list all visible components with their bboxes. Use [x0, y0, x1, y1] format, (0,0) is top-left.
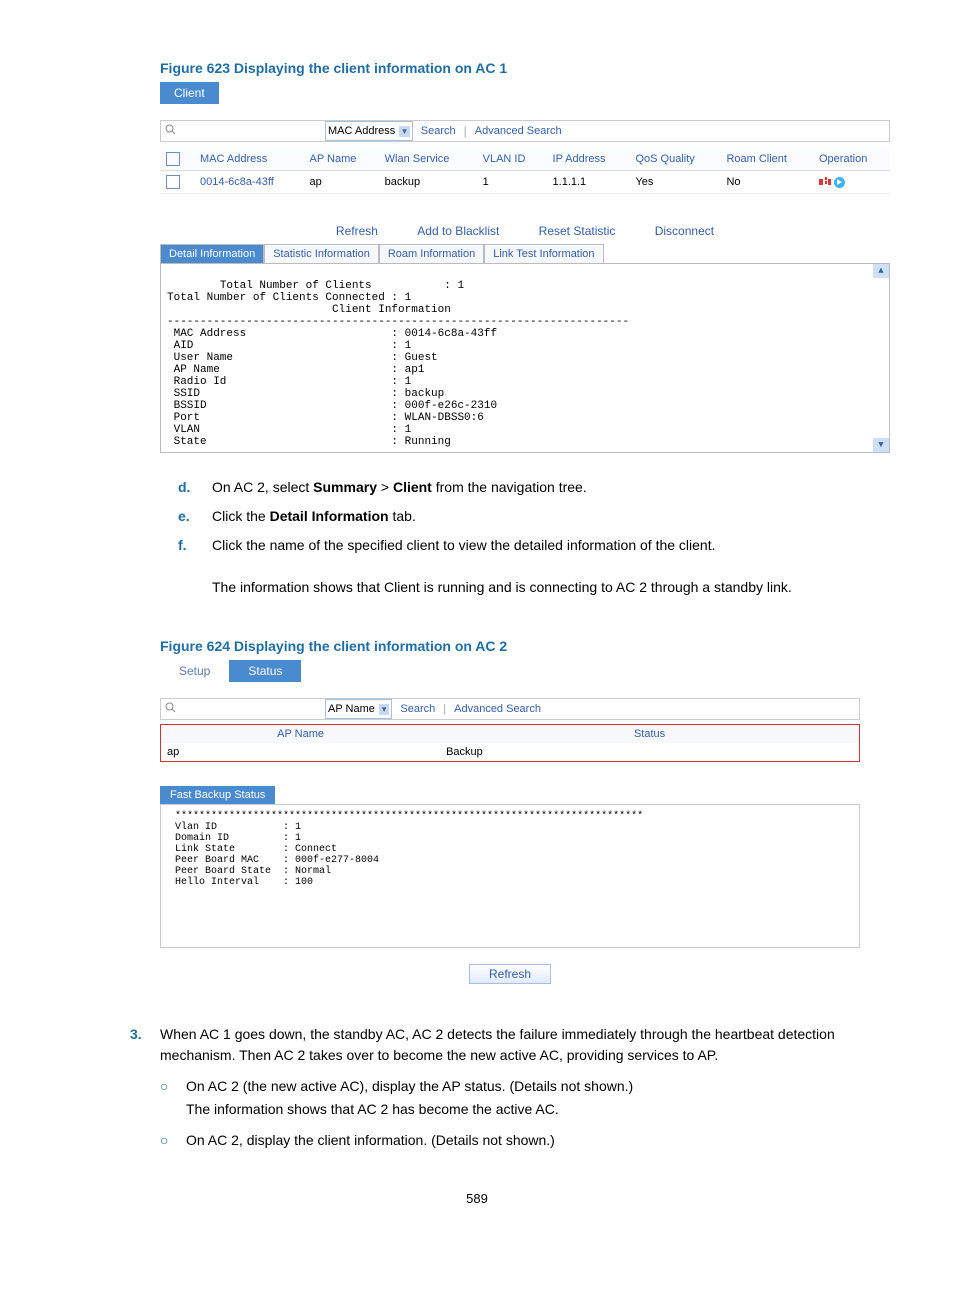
figure-624-title: Figure 624 Displaying the client informa… — [160, 638, 954, 654]
tab-fast-backup-status[interactable]: Fast Backup Status — [160, 786, 275, 804]
search-icon — [161, 124, 179, 138]
scroll-up-icon[interactable]: ▲ — [873, 264, 889, 278]
search-button[interactable]: Search — [413, 125, 464, 137]
ap-table: AP Name Status ap Backup — [160, 724, 860, 762]
cell-ip: 1.1.1.1 — [547, 171, 630, 194]
step-d-post: from the navigation tree. — [432, 479, 587, 495]
cell-wlan: backup — [379, 171, 477, 194]
advanced-search-link-2[interactable]: Advanced Search — [446, 703, 549, 715]
cell-ap: ap — [304, 171, 379, 194]
col-mac[interactable]: MAC Address — [194, 148, 304, 171]
col-vlanid[interactable]: VLAN ID — [477, 148, 547, 171]
tab-setup[interactable]: Setup — [160, 660, 229, 682]
cell-mac[interactable]: 0014-6c8a-43ff — [194, 171, 304, 194]
step-d-text: On AC 2, select Summary > Client from th… — [212, 477, 860, 498]
bullet-1-subtext: The information shows that AC 2 has beco… — [186, 1099, 860, 1120]
advanced-search-link[interactable]: Advanced Search — [467, 125, 570, 137]
bullet-2-text: On AC 2, display the client information.… — [186, 1130, 555, 1151]
step-d-pre: On AC 2, select — [212, 479, 313, 495]
page-number: 589 — [0, 1191, 954, 1206]
cell-roam: No — [720, 171, 813, 194]
tab-status[interactable]: Status — [229, 660, 301, 682]
bullet-icon: ○ — [160, 1130, 186, 1151]
step-3-text: When AC 1 goes down, the standby AC, AC … — [160, 1024, 860, 1066]
refresh-icon[interactable] — [834, 177, 845, 188]
cell-qos: Yes — [629, 171, 720, 194]
disconnect-link[interactable]: Disconnect — [637, 224, 732, 238]
select-all-checkbox[interactable] — [166, 152, 180, 166]
dropdown-value: MAC Address — [328, 125, 395, 137]
step-e-text: Click the Detail Information tab. — [212, 506, 860, 527]
search-input[interactable] — [179, 122, 325, 140]
cell-vlan: 1 — [477, 171, 547, 194]
step-d-letter: d. — [160, 477, 212, 498]
step-3-number: 3. — [130, 1024, 160, 1066]
cell-operation — [813, 171, 890, 194]
search-bar-2: AP Name ▾ Search | Advanced Search — [160, 698, 860, 720]
tab-detail-info[interactable]: Detail Information — [160, 244, 264, 263]
table-row: ap Backup — [161, 743, 860, 762]
search-field-dropdown[interactable]: MAC Address ▾ — [325, 121, 413, 141]
tab-roam-info[interactable]: Roam Information — [379, 244, 484, 263]
row-checkbox[interactable] — [166, 175, 180, 189]
screenshot-ac1: Client MAC Address ▾ Search | Advanced S… — [160, 82, 890, 453]
table-header-row: AP Name Status — [161, 725, 860, 744]
step-e-pre: Click the — [212, 508, 270, 524]
step-d-sep: > — [377, 479, 393, 495]
refresh-button[interactable]: Refresh — [469, 964, 551, 984]
reset-statistic-link[interactable]: Reset Statistic — [521, 224, 634, 238]
tab-linktest-info[interactable]: Link Test Information — [484, 244, 603, 263]
detail-info-text: Total Number of Clients : 1 Total Number… — [167, 280, 629, 448]
search-icon — [161, 702, 179, 716]
table-header-row: MAC Address AP Name Wlan Service VLAN ID… — [160, 148, 890, 171]
step-e-bold1: Detail Information — [270, 508, 389, 524]
col-roam[interactable]: Roam Client — [720, 148, 813, 171]
add-blacklist-link[interactable]: Add to Blacklist — [399, 224, 517, 238]
bullet-1-text: On AC 2 (the new active AC), display the… — [186, 1076, 633, 1097]
step-d-bold2: Client — [393, 479, 432, 495]
detail-info-box: Total Number of Clients : 1 Total Number… — [160, 263, 890, 453]
chevron-down-icon: ▾ — [399, 126, 410, 137]
info-tabs: Detail Information Statistic Information… — [160, 244, 890, 263]
chevron-down-icon: ▾ — [379, 704, 390, 715]
action-row: Refresh Add to Blacklist Reset Statistic… — [160, 224, 890, 238]
screenshot-ac2: Setup Status AP Name ▾ Search | Advanced… — [160, 660, 860, 984]
cell-ap-2: ap — [161, 743, 441, 762]
col-status-2[interactable]: Status — [440, 725, 859, 744]
client-table: MAC Address AP Name Wlan Service VLAN ID… — [160, 148, 890, 194]
refresh-link[interactable]: Refresh — [318, 224, 396, 238]
col-apname[interactable]: AP Name — [304, 148, 379, 171]
step-d-bold1: Summary — [313, 479, 377, 495]
bullet-icon: ○ — [160, 1076, 186, 1097]
step-e-post: tab. — [389, 508, 416, 524]
step-f-letter: f. — [160, 535, 212, 598]
col-ip[interactable]: IP Address — [547, 148, 630, 171]
col-wlanservice[interactable]: Wlan Service — [379, 148, 477, 171]
scroll-down-icon[interactable]: ▼ — [873, 438, 889, 452]
disconnect-icon[interactable] — [819, 177, 831, 187]
cell-status-2: Backup — [440, 743, 859, 762]
search-bar: MAC Address ▾ Search | Advanced Search — [160, 120, 890, 142]
step-e-letter: e. — [160, 506, 212, 527]
tab-statistic-info[interactable]: Statistic Information — [264, 244, 379, 263]
fast-backup-box: ****************************************… — [160, 804, 860, 948]
col-apname-2[interactable]: AP Name — [161, 725, 441, 744]
search-field-dropdown-2[interactable]: AP Name ▾ — [325, 699, 392, 719]
step-f-line1: Click the name of the specified client t… — [212, 537, 716, 553]
numbered-step-3: 3. When AC 1 goes down, the standby AC, … — [130, 1024, 860, 1151]
search-input-2[interactable] — [179, 700, 325, 718]
col-qos[interactable]: QoS Quality — [629, 148, 720, 171]
figure-623-title: Figure 623 Displaying the client informa… — [160, 60, 954, 76]
table-row: 0014-6c8a-43ff ap backup 1 1.1.1.1 Yes N… — [160, 171, 890, 194]
col-operation: Operation — [813, 148, 890, 171]
steps-d-e-f: d. On AC 2, select Summary > Client from… — [160, 477, 860, 598]
tab-client[interactable]: Client — [160, 82, 219, 104]
dropdown-value-2: AP Name — [328, 703, 375, 715]
step-f-text: Click the name of the specified client t… — [212, 535, 860, 598]
search-button-2[interactable]: Search — [392, 703, 443, 715]
step-f-line2: The information shows that Client is run… — [212, 579, 792, 595]
